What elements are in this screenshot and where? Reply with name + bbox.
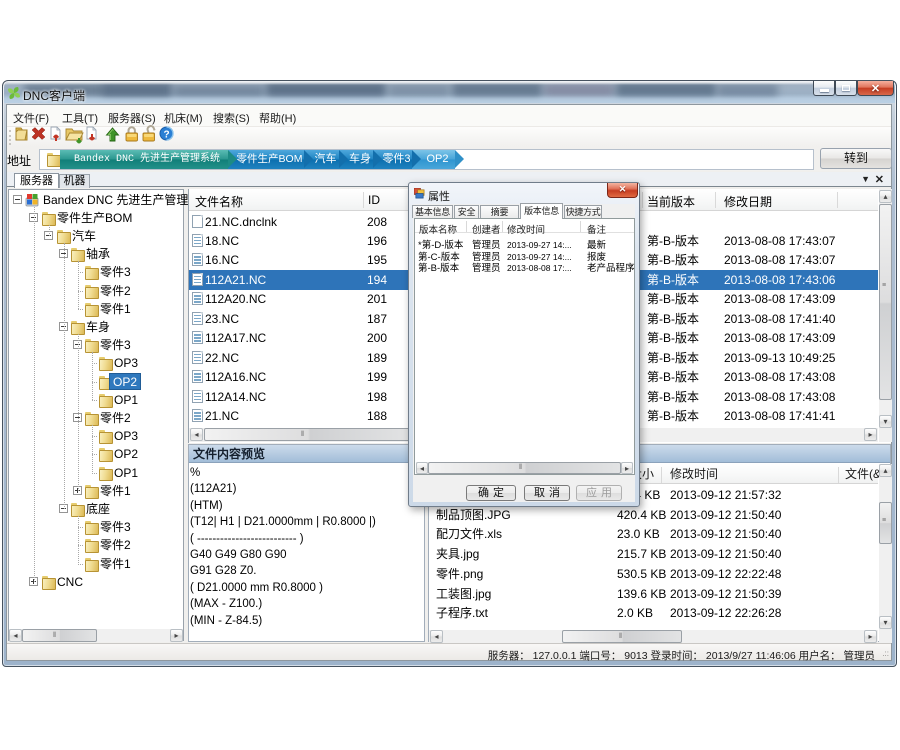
svg-text:?: ?	[163, 130, 169, 141]
